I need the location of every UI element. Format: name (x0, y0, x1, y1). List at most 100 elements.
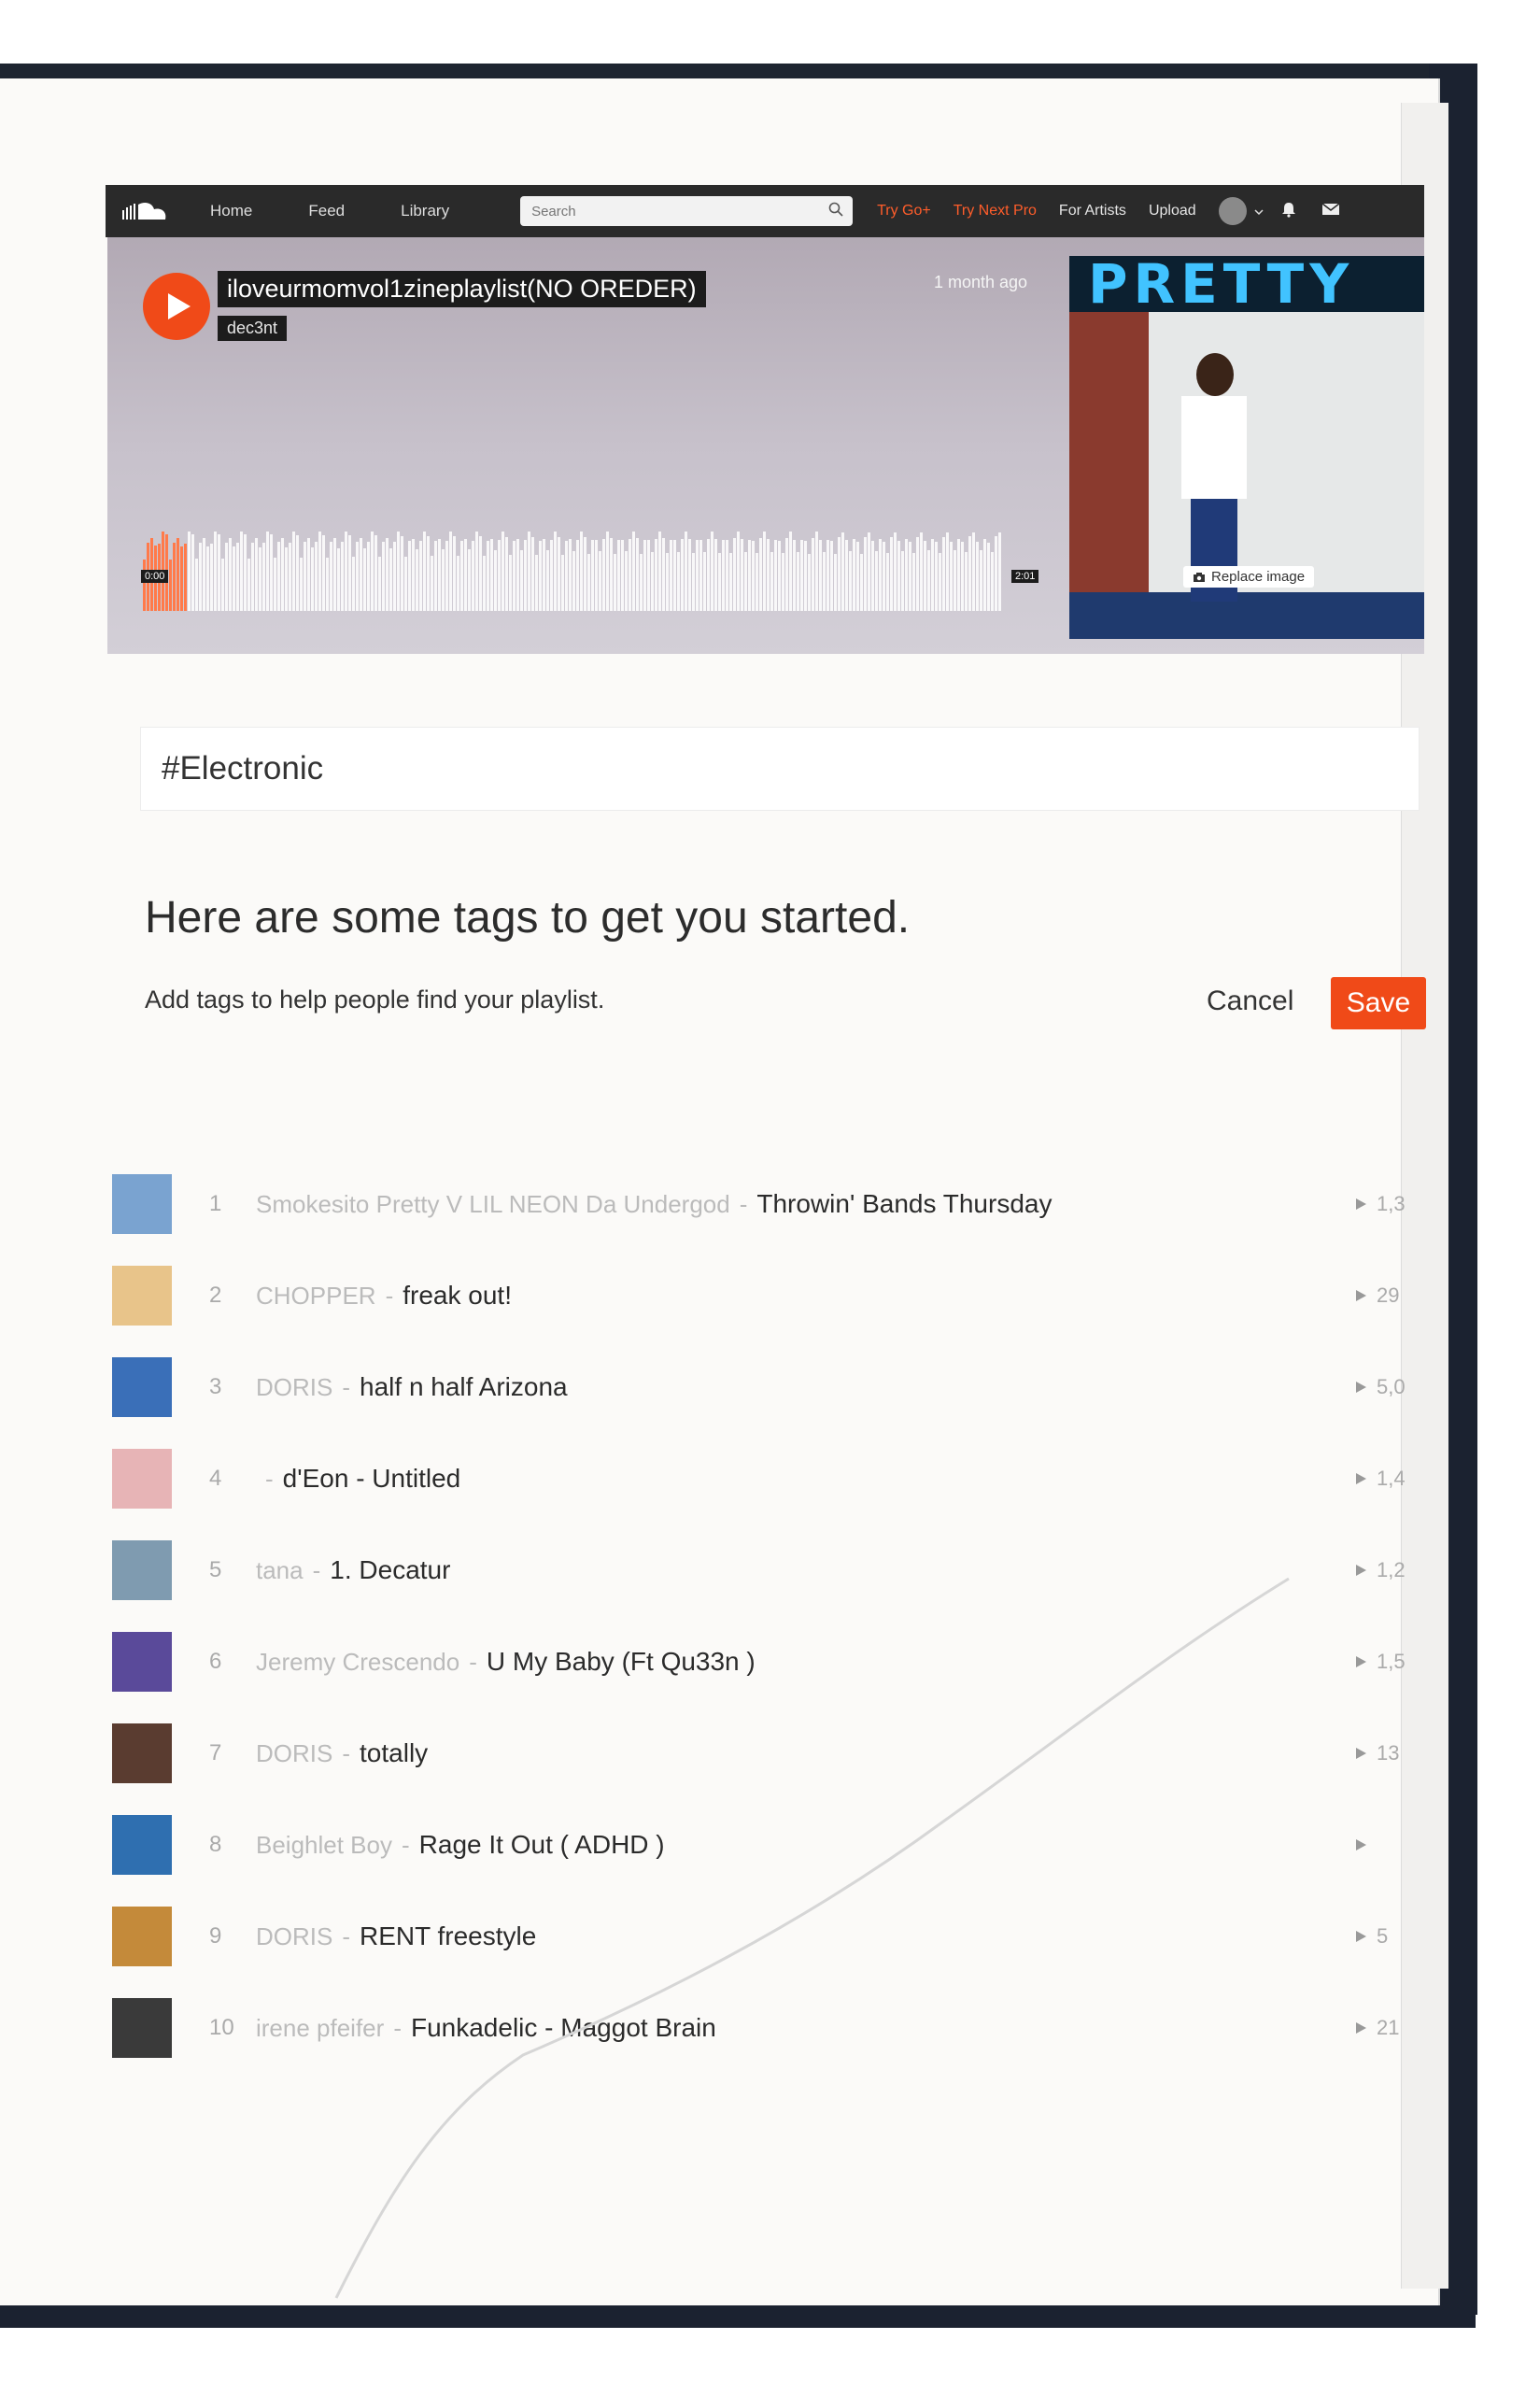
search-input[interactable] (530, 202, 796, 220)
track-title[interactable]: half n half Arizona (360, 1372, 568, 1402)
notification-bell-icon[interactable] (1280, 201, 1297, 222)
track-title[interactable]: RENT freestyle (360, 1921, 536, 1951)
waveform-bar (360, 538, 362, 611)
track-artist[interactable]: Smokesito Pretty V LIL NEON Da Undergod (256, 1190, 730, 1219)
cancel-button[interactable]: Cancel (1207, 985, 1293, 1017)
track-row[interactable]: 7 DORIS - totally 13 (112, 1708, 1438, 1799)
messages-icon[interactable] (1321, 202, 1340, 221)
track-artist[interactable]: DORIS (256, 1922, 332, 1951)
tag-input-box[interactable] (140, 727, 1420, 811)
track-thumbnail[interactable] (112, 1540, 172, 1600)
nav-library[interactable]: Library (401, 202, 449, 220)
waveform-bar (337, 547, 340, 611)
waveform-bar (778, 540, 781, 611)
track-title[interactable]: U My Baby (Ft Qu33n ) (487, 1647, 756, 1677)
replace-image-button[interactable]: Replace image (1183, 566, 1315, 588)
nav-upload[interactable]: Upload (1149, 203, 1196, 220)
track-title[interactable]: Rage It Out ( ADHD ) (419, 1830, 665, 1860)
track-thumbnail[interactable] (112, 1174, 172, 1234)
nav-feed[interactable]: Feed (308, 202, 345, 220)
search-bar[interactable] (520, 196, 854, 226)
play-count-icon (1356, 1839, 1366, 1850)
waveform-bar (643, 540, 646, 611)
nav-try-go-plus[interactable]: Try Go+ (877, 203, 931, 220)
waveform-bar (531, 536, 534, 611)
track-artist[interactable]: DORIS (256, 1739, 332, 1768)
waveform-bar (442, 548, 445, 611)
track-artist[interactable]: Jeremy Crescendo (256, 1648, 459, 1677)
playlist-owner[interactable]: dec3nt (218, 316, 288, 341)
waveform[interactable] (143, 527, 1002, 611)
track-thumbnail[interactable] (112, 1815, 172, 1875)
track-thumbnail[interactable] (112, 1723, 172, 1783)
waveform-bar (815, 532, 818, 611)
track-row[interactable]: 10 irene pfeifer - Funkadelic - Maggot Brai… (112, 1982, 1438, 2074)
tag-input[interactable] (160, 749, 1097, 788)
nav-home[interactable]: Home (210, 202, 252, 220)
track-thumbnail[interactable] (112, 1907, 172, 1966)
waveform-bar (662, 538, 665, 611)
track-title[interactable]: totally (360, 1738, 428, 1768)
save-button[interactable]: Save (1331, 977, 1426, 1029)
track-artist[interactable]: irene pfeifer (256, 2014, 384, 2043)
waveform-bar (685, 532, 687, 611)
track-number: 1 (209, 1191, 222, 1216)
track-thumbnail[interactable] (112, 1998, 172, 2058)
track-thumbnail[interactable] (112, 1357, 172, 1417)
track-artist[interactable]: CHOPPER (256, 1282, 376, 1311)
waveform-bar (681, 538, 684, 611)
waveform-bar (767, 539, 770, 611)
track-row[interactable]: 1 Smokesito Pretty V LIL NEON Da Undergod… (112, 1158, 1438, 1250)
waveform-bar (991, 552, 994, 611)
chevron-down-icon[interactable] (1254, 202, 1264, 220)
track-row[interactable]: 3 DORIS - half n half Arizona 5,0 (112, 1341, 1438, 1433)
nav-try-next-pro[interactable]: Try Next Pro (954, 203, 1037, 220)
waveform-bar (677, 551, 680, 611)
track-artist[interactable]: Beighlet Boy (256, 1831, 392, 1860)
waveform-bar (688, 538, 691, 611)
tags-heading: Here are some tags to get you started. (145, 893, 911, 943)
track-thumbnail[interactable] (112, 1632, 172, 1692)
waveform-bar (143, 560, 146, 611)
user-avatar[interactable] (1218, 197, 1247, 225)
waveform-bar (950, 541, 953, 611)
artwork-person-head (1196, 353, 1234, 396)
waveform-bar (262, 542, 265, 611)
track-number: 7 (209, 1740, 222, 1765)
track-thumbnail[interactable] (112, 1449, 172, 1509)
waveform-bar (673, 540, 676, 611)
waveform-bar (457, 556, 459, 611)
track-row[interactable]: 4 - d'Eon - Untitled 1,4 (112, 1433, 1438, 1524)
track-title[interactable]: 1. Decatur (330, 1555, 450, 1585)
track-plays: 21 (1354, 2016, 1399, 2040)
track-title[interactable]: freak out! (403, 1281, 512, 1311)
waveform-bar (584, 537, 586, 611)
waveform-bar (853, 539, 855, 611)
track-row[interactable]: 2 CHOPPER - freak out! 29 (112, 1250, 1438, 1341)
waveform-bar (259, 546, 261, 611)
track-row[interactable]: 6 Jeremy Crescendo - U My Baby (Ft Qu33n ) 1… (112, 1616, 1438, 1708)
track-row[interactable]: 8 Beighlet Boy - Rage It Out ( ADHD ) (112, 1799, 1438, 1891)
play-button[interactable] (143, 273, 210, 340)
waveform-bar (423, 532, 426, 611)
waveform-bar (371, 532, 374, 611)
track-title[interactable]: d'Eon - Untitled (283, 1464, 461, 1494)
track-artist[interactable]: DORIS (256, 1373, 332, 1402)
waveform-bar (572, 550, 575, 611)
track-thumbnail[interactable] (112, 1266, 172, 1326)
waveform-bar (285, 547, 288, 611)
waveform-bar (976, 541, 979, 611)
waveform-bar (333, 538, 336, 611)
track-row[interactable]: 5 tana -1. Decatur 1,2 (112, 1524, 1438, 1616)
waveform-bar (203, 537, 205, 611)
waveform-bar (206, 546, 209, 611)
track-title[interactable]: Throwin' Bands Thursday (756, 1189, 1052, 1219)
search-icon[interactable] (828, 202, 843, 221)
nav-for-artists[interactable]: For Artists (1059, 203, 1126, 220)
track-title[interactable]: Funkadelic - Maggot Brain (411, 2013, 716, 2043)
track-artist[interactable]: tana (256, 1556, 304, 1585)
waveform-bar (726, 540, 728, 611)
waveform-bar (221, 559, 224, 611)
soundcloud-logo-icon[interactable] (120, 199, 173, 223)
track-row[interactable]: 9 DORIS - RENT freestyle 5 (112, 1891, 1438, 1982)
